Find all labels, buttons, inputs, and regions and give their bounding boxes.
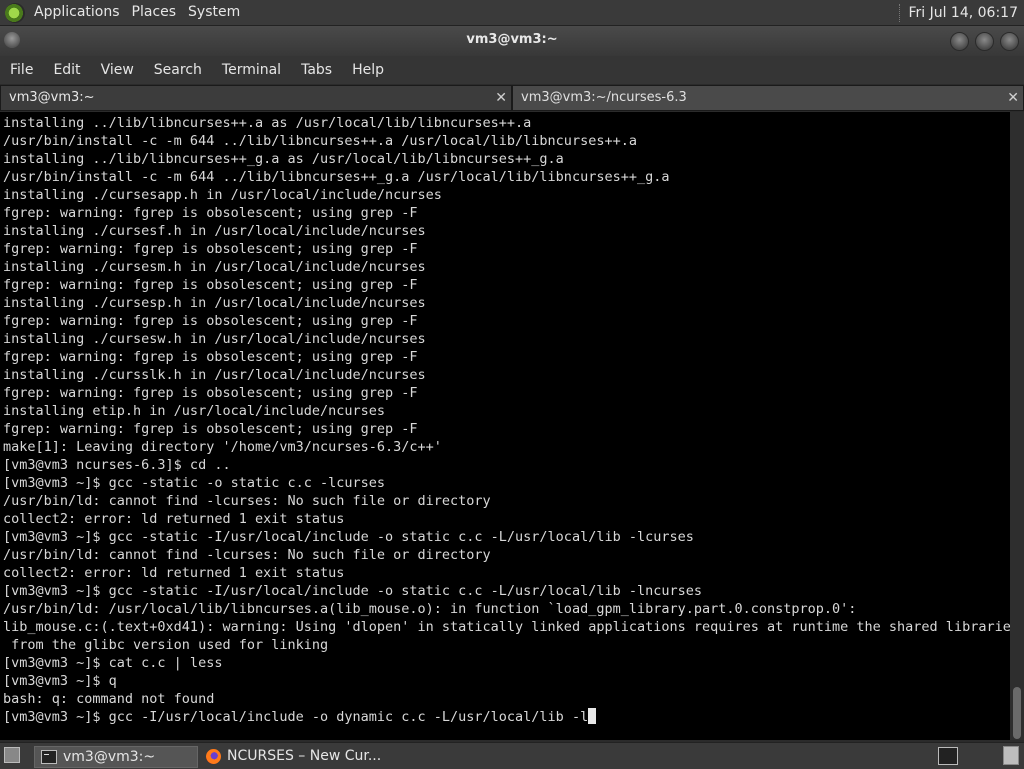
menu-search[interactable]: Search (144, 62, 212, 78)
menu-file[interactable]: File (0, 62, 43, 78)
terminal-line: installing ./cursslk.h in /usr/local/inc… (3, 367, 426, 383)
tab-bar: vm3@vm3:~ ✕ vm3@vm3:~/ncurses-6.3 ✕ (0, 85, 1024, 111)
terminal-line: installing ../lib/libncurses++_g.a as /u… (3, 151, 564, 167)
top-panel: Applications Places System Fri Jul 14, 0… (0, 0, 1024, 26)
terminal-line: installing ./cursesapp.h in /usr/local/i… (3, 187, 442, 203)
terminal-view[interactable]: installing ../lib/libncurses++.a as /usr… (0, 112, 1010, 740)
terminal-line: [vm3@vm3 ~]$ gcc -I/usr/local/include -o… (3, 708, 1010, 726)
menu-terminal[interactable]: Terminal (212, 62, 291, 78)
menu-help[interactable]: Help (342, 62, 394, 78)
applications-menu[interactable]: Applications (28, 0, 126, 25)
terminal-line: fgrep: warning: fgrep is obsolescent; us… (3, 313, 418, 329)
terminal-line: fgrep: warning: fgrep is obsolescent; us… (3, 349, 418, 365)
clock[interactable]: Fri Jul 14, 06:17 (908, 5, 1024, 21)
places-menu[interactable]: Places (126, 0, 183, 25)
trash-icon[interactable] (1003, 746, 1019, 765)
task-firefox[interactable]: NCURSES – New Cur... (200, 746, 400, 766)
minimize-icon[interactable] (950, 32, 969, 51)
close-window-icon[interactable] (1000, 32, 1019, 51)
bottom-panel: vm3@vm3:~ NCURSES – New Cur... (0, 742, 1024, 769)
terminal-line: fgrep: warning: fgrep is obsolescent; us… (3, 205, 418, 221)
terminal-line: fgrep: warning: fgrep is obsolescent; us… (3, 277, 418, 293)
task-terminal[interactable]: vm3@vm3:~ (34, 746, 198, 768)
terminal-line: [vm3@vm3 ncurses-6.3]$ cd .. (3, 457, 231, 473)
menu-tabs[interactable]: Tabs (291, 62, 342, 78)
terminal-line: [vm3@vm3 ~]$ gcc -static -I/usr/local/in… (3, 529, 694, 545)
terminal-line: /usr/bin/install -c -m 644 ../lib/libncu… (3, 169, 670, 185)
menu-view[interactable]: View (91, 62, 144, 78)
panel-separator (899, 3, 902, 22)
task-label: vm3@vm3:~ (63, 749, 156, 765)
terminal-line: installing ./cursesf.h in /usr/local/inc… (3, 223, 426, 239)
terminal-line: collect2: error: ld returned 1 exit stat… (3, 511, 345, 527)
window-title: vm3@vm3:~ (466, 32, 558, 47)
terminal-line: from the glibc version used for linking (3, 637, 329, 653)
terminal-line: bash: q: command not found (3, 691, 215, 707)
system-menu[interactable]: System (182, 0, 246, 25)
terminal-line: [vm3@vm3 ~]$ q (3, 673, 117, 689)
terminal-scrollbar[interactable] (1010, 112, 1024, 740)
menu-edit[interactable]: Edit (43, 62, 90, 78)
tab-label: vm3@vm3:~ (9, 90, 95, 105)
terminal-line: installing ./cursesw.h in /usr/local/inc… (3, 331, 426, 347)
terminal-line: lib_mouse.c:(.text+0xd41): warning: Usin… (3, 619, 1010, 635)
terminal-line: installing etip.h in /usr/local/include/… (3, 403, 386, 419)
terminal-line: fgrep: warning: fgrep is obsolescent; us… (3, 421, 418, 437)
scrollbar-thumb[interactable] (1013, 687, 1021, 739)
close-tab-icon[interactable]: ✕ (495, 86, 507, 110)
tab-ncurses[interactable]: vm3@vm3:~/ncurses-6.3 ✕ (512, 85, 1024, 111)
terminal-line: fgrep: warning: fgrep is obsolescent; us… (3, 385, 418, 401)
terminal-line: /usr/bin/install -c -m 644 ../lib/libncu… (3, 133, 637, 149)
terminal-line: fgrep: warning: fgrep is obsolescent; us… (3, 241, 418, 257)
terminal-line: installing ../lib/libncurses++.a as /usr… (3, 115, 532, 131)
terminal-line: [vm3@vm3 ~]$ gcc -static -I/usr/local/in… (3, 583, 702, 599)
terminal-line: [vm3@vm3 ~]$ gcc -static -o static c.c -… (3, 475, 386, 491)
close-tab-icon[interactable]: ✕ (1007, 86, 1019, 110)
task-label: NCURSES – New Cur... (227, 748, 382, 764)
terminal-icon (41, 750, 57, 764)
terminal-line: collect2: error: ld returned 1 exit stat… (3, 565, 345, 581)
tab-home[interactable]: vm3@vm3:~ ✕ (0, 85, 512, 111)
maximize-icon[interactable] (975, 32, 994, 51)
terminal-line: installing ./cursesm.h in /usr/local/inc… (3, 259, 426, 275)
terminal-line: /usr/bin/ld: cannot find -lcurses: No su… (3, 493, 491, 509)
terminal-line: make[1]: Leaving directory '/home/vm3/nc… (3, 439, 442, 455)
terminal-line: /usr/bin/ld: cannot find -lcurses: No su… (3, 547, 491, 563)
terminal-output: installing ../lib/libncurses++.a as /usr… (3, 114, 1010, 726)
firefox-icon (206, 748, 221, 764)
terminal-line: /usr/bin/ld: /usr/local/lib/libncurses.a… (3, 601, 857, 617)
tab-label: vm3@vm3:~/ncurses-6.3 (521, 90, 687, 105)
system-monitor-icon[interactable] (938, 747, 958, 765)
terminal-line: installing ./cursesp.h in /usr/local/inc… (3, 295, 426, 311)
distro-logo-icon[interactable] (5, 2, 25, 23)
terminal-line: [vm3@vm3 ~]$ cat c.c | less (3, 655, 223, 671)
window-title-bar[interactable]: vm3@vm3:~ (0, 26, 1024, 56)
show-desktop-icon[interactable] (4, 747, 20, 763)
terminal-cursor (588, 708, 597, 724)
menubar: File Edit View Search Terminal Tabs Help (0, 56, 1024, 84)
